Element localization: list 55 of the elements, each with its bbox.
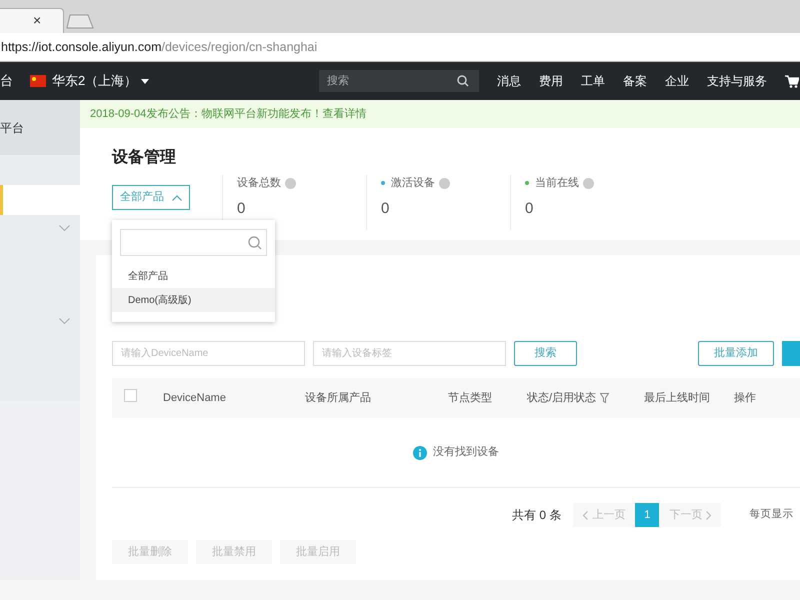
nav-link[interactable]: 消息 [497, 72, 522, 90]
column-header: 操作 [734, 390, 756, 406]
sidebar-item[interactable] [0, 215, 80, 308]
chevron-right-icon [706, 510, 712, 520]
brand-text: 台 [0, 72, 14, 90]
filter-input[interactable]: 请输入DeviceName [112, 341, 305, 366]
page-size-label: 每页显示 [749, 507, 794, 522]
info-icon [413, 446, 427, 460]
cart-icon[interactable] [785, 74, 800, 88]
column-header: 最后上线时间 [644, 390, 710, 406]
filter-icon[interactable] [600, 393, 610, 403]
nav-link[interactable]: 企业 [665, 72, 690, 90]
sidebar-item[interactable] [0, 155, 80, 185]
url-text: https://iot.console.aliyun.com/devices/region/cn-shanghai [1, 38, 318, 56]
column-header: 状态/启用状态 [527, 390, 596, 406]
sidebar-item[interactable]: 平台 [0, 100, 80, 155]
help-icon[interactable] [583, 178, 594, 189]
search-icon [248, 236, 262, 250]
chevron-up-icon [172, 194, 182, 201]
column-header: 节点类型 [448, 390, 492, 406]
chevron-down-icon[interactable] [59, 318, 70, 324]
sidebar-item[interactable] [0, 308, 80, 401]
dropdown-option[interactable]: Demo(高级版) [112, 288, 275, 312]
browser-tab[interactable]: × [0, 8, 64, 33]
filter-input[interactable]: 请输入设备标签 [313, 341, 506, 366]
nav-link[interactable]: 支持与服务 [707, 72, 768, 90]
stat-label: 设备总数 [237, 176, 281, 192]
stat-label: 激活设备 [391, 176, 435, 192]
empty-message: 没有找到设备 [433, 445, 499, 460]
stat-label: 当前在线 [535, 176, 579, 192]
total-count: 共有 0 条 [512, 507, 562, 524]
region-selector[interactable]: 华东2（上海） [52, 71, 150, 91]
help-icon[interactable] [285, 178, 296, 189]
notice-text: 2018-09-04发布公告：物联网平台新功能发布！查看详情 [90, 106, 366, 122]
sidebar-item[interactable] [0, 185, 80, 215]
dropdown-option[interactable]: 全部产品 [112, 264, 275, 288]
caret-icon [141, 78, 150, 84]
search-icon[interactable] [457, 75, 470, 87]
chevron-down-icon[interactable] [59, 225, 70, 231]
stat-value: 0 [237, 198, 246, 219]
dropdown-search-field[interactable] [120, 229, 267, 256]
nav-link[interactable]: 费用 [539, 72, 564, 90]
column-header: DeviceName [163, 390, 226, 406]
stat-value: 0 [525, 198, 534, 219]
column-header: 设备所属产品 [305, 390, 371, 406]
nav-link[interactable]: 工单 [581, 72, 606, 90]
nav-link[interactable]: 备案 [623, 72, 648, 90]
stat-value: 0 [381, 198, 390, 219]
help-icon[interactable] [439, 178, 450, 189]
chevron-left-icon [583, 510, 588, 520]
close-icon[interactable]: × [33, 12, 42, 28]
page-title: 设备管理 [112, 148, 177, 168]
new-tab-button[interactable] [66, 14, 94, 29]
select-all-checkbox[interactable] [124, 388, 137, 402]
flag-icon [30, 75, 46, 87]
